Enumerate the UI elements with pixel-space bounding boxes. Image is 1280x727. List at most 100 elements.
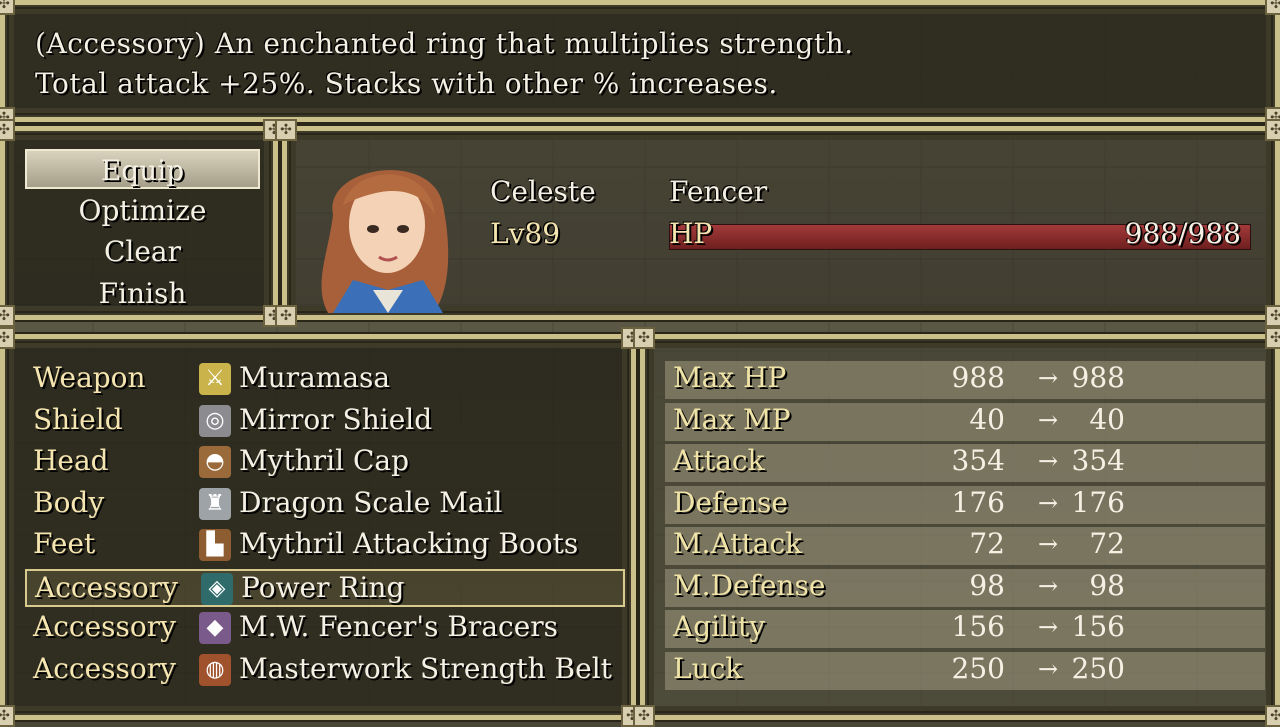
actor-status-window: ✣ ✣ ✣ ✣ Celeste Fencer Lv89 HP 988/988 (275, 119, 1280, 327)
corner-ornament-icon: ✣ (0, 327, 15, 349)
equip-command[interactable]: Equip (25, 149, 260, 189)
equipped-item-name: Mythril Attacking Boots (239, 527, 579, 560)
param-row: Luck 250 → 250 (665, 651, 1265, 690)
equipped-item-name: Mythril Cap (239, 444, 410, 477)
slot-label: Body (33, 485, 105, 519)
param-current-value: 176 (951, 485, 1005, 519)
corner-ornament-icon: ✣ (0, 705, 15, 727)
actor-name: Celeste (490, 175, 596, 208)
corner-ornament-icon: ✣ (633, 327, 655, 349)
corner-ornament-icon: ✣ (275, 305, 297, 327)
corner-ornament-icon: ✣ (275, 119, 297, 141)
corner-ornament-icon: ✣ (1265, 0, 1280, 15)
help-text-line-1: (Accessory) An enchanted ring that multi… (35, 27, 854, 60)
equipped-item-name: Mirror Shield (239, 402, 433, 436)
slot-label: Shield (33, 402, 123, 436)
right-arrow-icon: → (1037, 364, 1059, 392)
param-row: Max MP 40 → 40 (665, 402, 1265, 441)
corner-ornament-icon: ✣ (0, 305, 15, 327)
param-new-value: 72 (1089, 527, 1125, 560)
param-current-value: 40 (969, 402, 1005, 436)
parameter-compare-window: ✣ ✣ ✣ ✣ Max HP 988 → 988 Max MP 40 → 40 Attack 35… (633, 327, 1280, 727)
actor-portrait (321, 170, 449, 313)
param-name: Agility (673, 610, 766, 643)
equipped-item-name: Masterwork Strength Belt (239, 651, 612, 685)
param-name: Max MP (673, 402, 791, 436)
param-current-value: 988 (951, 361, 1005, 394)
slot-label: Head (33, 444, 109, 477)
equip-slot-row[interactable]: Accessory ◈ Power Ring (25, 568, 625, 607)
slot-label: Accessory (35, 570, 178, 604)
param-current-value: 98 (969, 568, 1005, 602)
equip-slot-row[interactable]: Accessory ◆ M.W. Fencer's Bracers (25, 610, 625, 648)
param-new-value: 40 (1089, 402, 1125, 436)
hp-value: 988/988 (1124, 217, 1241, 250)
right-arrow-icon: → (1037, 405, 1059, 434)
param-new-value: 250 (1071, 651, 1125, 685)
slot-label: Feet (33, 527, 96, 560)
param-name: Defense (673, 485, 788, 519)
right-arrow-icon: → (1037, 613, 1059, 641)
equip-slot-row[interactable]: Body ♜ Dragon Scale Mail (25, 486, 625, 524)
help-window: ✣ ✣ ✣ ✣ (Accessory) An enchanted ring th… (0, 0, 1280, 129)
right-arrow-icon: → (1037, 571, 1059, 600)
param-row: Attack 354 → 354 (665, 444, 1265, 482)
equip-slot-row[interactable]: Head ◓ Mythril Cap (25, 444, 625, 482)
equip-slot-row[interactable]: Feet ▙ Mythril Attacking Boots (25, 527, 625, 565)
hp-label: HP (669, 217, 713, 250)
right-arrow-icon: → (1037, 447, 1059, 475)
param-name: Max HP (673, 361, 787, 394)
param-row: Max HP 988 → 988 (665, 361, 1265, 399)
actor-class: Fencer (669, 175, 768, 208)
param-new-value: 354 (1071, 444, 1125, 477)
equipped-item-name: Dragon Scale Mail (239, 485, 503, 519)
belt-icon: ◍ (199, 653, 231, 686)
equipped-item-name: Power Ring (241, 570, 405, 604)
right-arrow-icon: → (1037, 488, 1059, 517)
clear-command[interactable]: Clear (25, 232, 260, 272)
equipped-item-name: Muramasa (239, 361, 391, 394)
ring-icon: ◈ (201, 572, 233, 605)
param-row: M.Attack 72 → 72 (665, 527, 1265, 565)
slot-label: Accessory (33, 610, 176, 643)
corner-ornament-icon: ✣ (0, 119, 15, 141)
command-window: ✣ ✣ ✣ ✣ Equip Optimize Clear Finish (0, 119, 285, 327)
right-arrow-icon: → (1037, 530, 1059, 558)
param-new-value: 98 (1089, 568, 1125, 602)
equip-slot-row[interactable]: Accessory ◍ Masterwork Strength Belt (25, 652, 625, 690)
slot-label: Accessory (33, 651, 176, 685)
param-row: Agility 156 → 156 (665, 610, 1265, 648)
bracers-icon: ◆ (199, 612, 231, 644)
param-current-value: 72 (969, 527, 1005, 560)
help-text-line-2: Total attack +25%. Stacks with other % i… (35, 67, 778, 100)
param-current-value: 354 (951, 444, 1005, 477)
param-name: M.Defense (673, 568, 826, 602)
slot-label: Weapon (33, 361, 146, 394)
param-new-value: 176 (1071, 485, 1125, 519)
corner-ornament-icon: ✣ (1265, 119, 1280, 141)
equip-slot-window: ✣ ✣ ✣ ✣ Weapon ⚔ Muramasa Shield ◎ Mirror Shi… (0, 327, 643, 727)
equip-slot-row[interactable]: Shield ◎ Mirror Shield (25, 403, 625, 441)
param-row: Defense 176 → 176 (665, 485, 1265, 524)
finish-command[interactable]: Finish (25, 274, 260, 314)
param-row: M.Defense 98 → 98 (665, 568, 1265, 607)
param-current-value: 250 (951, 651, 1005, 685)
equip-slot-row[interactable]: Weapon ⚔ Muramasa (25, 361, 625, 399)
shield-icon: ◎ (199, 404, 231, 437)
param-current-value: 156 (951, 610, 1005, 643)
boots-icon: ▙ (199, 529, 231, 561)
corner-ornament-icon: ✣ (1265, 705, 1280, 727)
corner-ornament-icon: ✣ (633, 705, 655, 727)
corner-ornament-icon: ✣ (1265, 305, 1280, 327)
armor-icon: ♜ (199, 487, 231, 520)
right-arrow-icon: → (1037, 654, 1059, 683)
param-new-value: 988 (1071, 361, 1125, 394)
param-name: M.Attack (673, 527, 803, 560)
corner-ornament-icon: ✣ (1265, 327, 1280, 349)
actor-level: Lv89 (490, 217, 561, 250)
helmet-icon: ◓ (199, 446, 231, 478)
optimize-command[interactable]: Optimize (25, 191, 260, 231)
equipped-item-name: M.W. Fencer's Bracers (239, 610, 559, 643)
sword-icon: ⚔ (199, 363, 231, 395)
param-name: Attack (673, 444, 765, 477)
